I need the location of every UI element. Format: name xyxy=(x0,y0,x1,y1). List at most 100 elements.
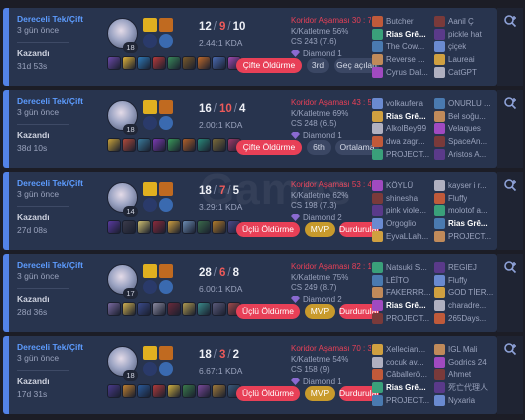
player-entry[interactable]: charadre... xyxy=(434,299,496,312)
player-entry[interactable]: EyvaLLah... xyxy=(372,230,434,243)
player-entry[interactable]: The Cow... xyxy=(372,41,434,54)
player-entry[interactable]: LÉÎTO xyxy=(372,274,434,287)
player-entry[interactable]: Natsuki S... xyxy=(372,261,434,274)
item-icon[interactable] xyxy=(152,56,166,70)
match-card[interactable]: Dereceli Tek/Çift 3 gün önce Kazandı 27d 08… xyxy=(3,172,497,250)
player-entry[interactable]: shinesha xyxy=(372,192,434,205)
item-icon[interactable] xyxy=(167,138,181,152)
player-entry[interactable]: molotof a... xyxy=(434,205,496,218)
item-icon[interactable] xyxy=(107,56,121,70)
player-entry[interactable]: çiçek xyxy=(434,41,496,54)
summoner-spell-icon[interactable] xyxy=(159,182,173,196)
player-entry[interactable]: Reverse ... xyxy=(372,53,434,66)
rune-icon[interactable] xyxy=(159,362,173,376)
player-entry[interactable]: PROJECT... xyxy=(372,394,434,407)
item-icon[interactable] xyxy=(122,384,136,398)
item-icon[interactable] xyxy=(197,384,211,398)
item-icon[interactable] xyxy=(122,138,136,152)
rune-icon[interactable] xyxy=(143,116,157,130)
item-icon[interactable] xyxy=(137,384,151,398)
expand-match-button[interactable] xyxy=(497,8,523,86)
player-entry[interactable]: Laureai xyxy=(434,53,496,66)
item-icon[interactable] xyxy=(182,302,196,316)
item-icon[interactable] xyxy=(182,138,196,152)
player-entry[interactable]: GOD TİER... xyxy=(434,287,496,300)
player-entry[interactable]: pickle hat xyxy=(434,28,496,41)
item-icon[interactable] xyxy=(182,220,196,234)
player-entry[interactable]: CatGPT xyxy=(434,66,496,79)
player-entry[interactable]: Xellecian... xyxy=(372,343,434,356)
player-entry[interactable]: Nyxaria xyxy=(434,394,496,407)
item-icon[interactable] xyxy=(197,138,211,152)
item-icon[interactable] xyxy=(107,302,121,316)
item-icon[interactable] xyxy=(167,384,181,398)
player-entry[interactable]: IGL Mali xyxy=(434,343,496,356)
summoner-spell-icon[interactable] xyxy=(159,100,173,114)
player-entry[interactable]: Rias Grê... xyxy=(372,28,434,41)
expand-match-button[interactable] xyxy=(497,336,523,414)
summoner-spell-icon[interactable] xyxy=(143,264,157,278)
player-entry[interactable]: SpaceAn... xyxy=(434,135,496,148)
summoner-spell-icon[interactable] xyxy=(159,346,173,360)
item-icon[interactable] xyxy=(137,56,151,70)
player-entry[interactable]: Bel soğu... xyxy=(434,110,496,123)
summoner-spell-icon[interactable] xyxy=(143,100,157,114)
item-icon[interactable] xyxy=(122,56,136,70)
player-entry[interactable]: PROJECT... xyxy=(372,312,434,325)
expand-match-button[interactable] xyxy=(497,90,523,168)
player-entry[interactable]: Rias Grê... xyxy=(434,217,496,230)
item-icon[interactable] xyxy=(182,56,196,70)
item-icon[interactable] xyxy=(107,220,121,234)
player-entry[interactable]: 死亡代理人 xyxy=(434,381,496,394)
item-icon[interactable] xyxy=(167,56,181,70)
summoner-spell-icon[interactable] xyxy=(159,264,173,278)
item-icon[interactable] xyxy=(167,220,181,234)
player-entry[interactable]: REGIEJ xyxy=(434,261,496,274)
player-entry[interactable]: PROJECT... xyxy=(372,148,434,161)
item-icon[interactable] xyxy=(137,220,151,234)
match-card[interactable]: Dereceli Tek/Çift 3 gün önce Kazandı 17d 31… xyxy=(3,336,497,414)
item-icon[interactable] xyxy=(152,220,166,234)
match-card[interactable]: Dereceli Tek/Çift 3 gün önce Kazandı 38d 10… xyxy=(3,90,497,168)
player-entry[interactable]: KÖYLÜ xyxy=(372,179,434,192)
rune-icon[interactable] xyxy=(159,280,173,294)
player-entry[interactable]: Fluffy xyxy=(434,274,496,287)
item-icon[interactable] xyxy=(152,138,166,152)
item-icon[interactable] xyxy=(197,220,211,234)
item-icon[interactable] xyxy=(167,302,181,316)
rune-icon[interactable] xyxy=(143,280,157,294)
item-icon[interactable] xyxy=(137,138,151,152)
player-entry[interactable]: cocuk av... xyxy=(372,356,434,369)
item-icon[interactable] xyxy=(122,302,136,316)
expand-match-button[interactable] xyxy=(497,172,523,250)
item-icon[interactable] xyxy=(212,220,226,234)
player-entry[interactable]: Butcher xyxy=(372,15,434,28)
item-icon[interactable] xyxy=(137,302,151,316)
item-icon[interactable] xyxy=(107,138,121,152)
match-card[interactable]: Dereceli Tek/Çift 3 gün önce Kazandı 31d 53… xyxy=(3,8,497,86)
player-entry[interactable]: Rias Grê... xyxy=(372,299,434,312)
player-entry[interactable]: FAKERRR... xyxy=(372,287,434,300)
rune-icon[interactable] xyxy=(159,34,173,48)
rune-icon[interactable] xyxy=(159,116,173,130)
item-icon[interactable] xyxy=(152,302,166,316)
item-icon[interactable] xyxy=(107,384,121,398)
player-entry[interactable]: AlkolBey99 xyxy=(372,123,434,136)
player-entry[interactable]: Cyrus Dal... xyxy=(372,66,434,79)
player-entry[interactable]: Fluffy xyxy=(434,192,496,205)
player-entry[interactable]: Câballerö... xyxy=(372,369,434,382)
player-entry[interactable]: Ahmet xyxy=(434,369,496,382)
player-entry[interactable]: Rias Grê... xyxy=(372,110,434,123)
item-icon[interactable] xyxy=(152,384,166,398)
player-entry[interactable]: Aanil Ç xyxy=(434,15,496,28)
match-card[interactable]: Dereceli Tek/Çift 3 gün önce Kazandı 28d 36… xyxy=(3,254,497,332)
player-entry[interactable]: dwa zagr... xyxy=(372,135,434,148)
player-entry[interactable]: PROJECT... xyxy=(434,230,496,243)
item-icon[interactable] xyxy=(182,384,196,398)
summoner-spell-icon[interactable] xyxy=(143,18,157,32)
item-icon[interactable] xyxy=(197,56,211,70)
player-entry[interactable]: Orgoglio xyxy=(372,217,434,230)
item-icon[interactable] xyxy=(212,302,226,316)
summoner-spell-icon[interactable] xyxy=(159,18,173,32)
summoner-spell-icon[interactable] xyxy=(143,182,157,196)
